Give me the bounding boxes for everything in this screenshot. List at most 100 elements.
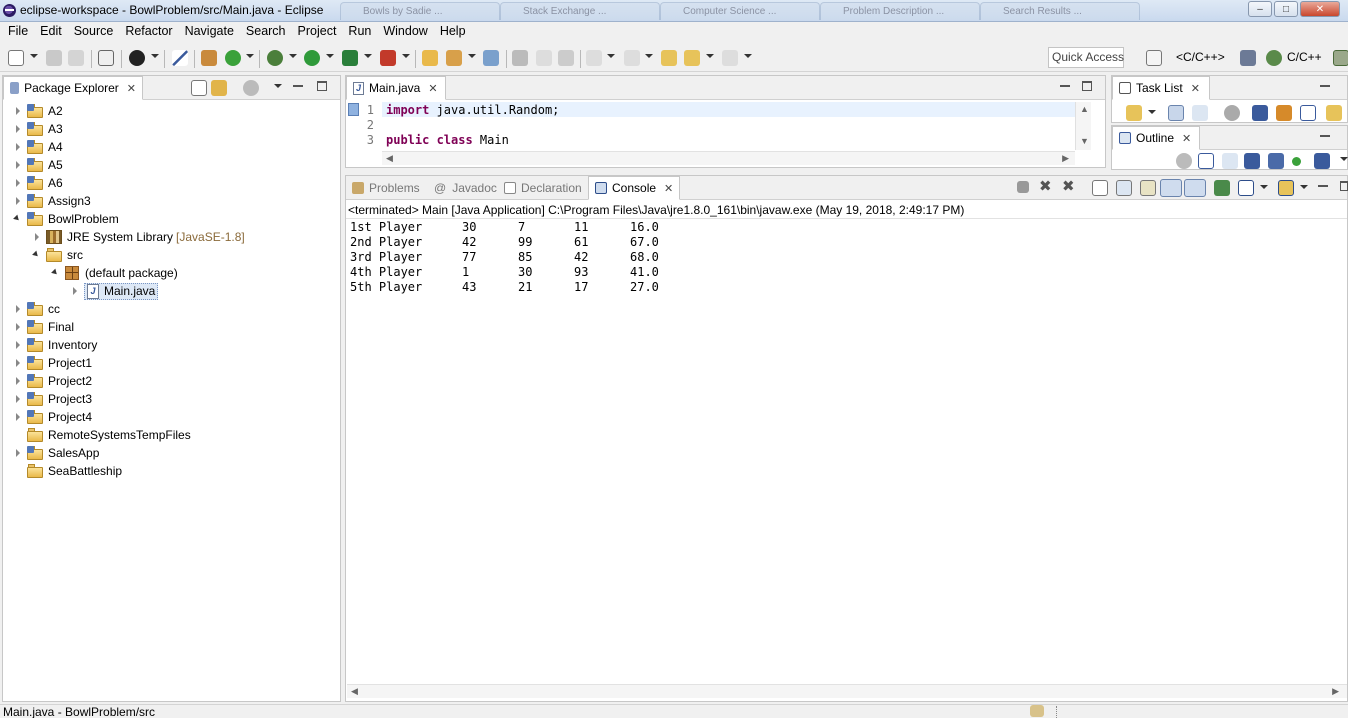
open-type-icon[interactable] xyxy=(422,50,438,66)
maximize-window-button[interactable]: □ xyxy=(1274,1,1298,17)
progress-icon[interactable] xyxy=(1030,705,1044,717)
scroll-lock-icon[interactable] xyxy=(1116,180,1132,196)
debug-perspective-icon[interactable] xyxy=(1333,50,1348,66)
link-icon[interactable] xyxy=(1326,105,1342,121)
tree-item-source-folder[interactable]: src xyxy=(32,246,83,264)
tree-item-project[interactable]: cc xyxy=(13,300,60,318)
previous-annotation-dropdown-icon[interactable] xyxy=(645,54,653,58)
menu-search[interactable]: Search xyxy=(240,22,292,42)
minimize-icon[interactable] xyxy=(1318,181,1328,187)
terminate-icon[interactable] xyxy=(1017,181,1029,193)
tree-item-library[interactable]: JRE System Library [JavaSE-1.8] xyxy=(32,228,245,246)
maximize-icon[interactable] xyxy=(317,81,327,91)
minimize-window-button[interactable]: – xyxy=(1248,1,1272,17)
coverage-icon[interactable] xyxy=(342,50,358,66)
hide-completed-icon[interactable] xyxy=(1252,105,1268,121)
view-menu-icon[interactable] xyxy=(1340,157,1348,161)
tree-item-package[interactable]: (default package) xyxy=(51,264,178,282)
editor-vertical-scrollbar[interactable]: ▲ ▼ xyxy=(1075,102,1091,150)
java-perspective-icon[interactable] xyxy=(1240,50,1256,66)
categorized-icon[interactable] xyxy=(1168,105,1184,121)
tree-item-project[interactable]: Project1 xyxy=(13,354,92,372)
profile-icon[interactable] xyxy=(129,50,145,66)
collapse-icon[interactable] xyxy=(1198,153,1214,169)
forward-dropdown-icon[interactable] xyxy=(744,54,752,58)
tab-problems[interactable]: Problems xyxy=(346,176,426,200)
close-window-button[interactable]: ✕ xyxy=(1300,1,1340,17)
skip-breakpoints-icon[interactable] xyxy=(172,50,188,66)
maximize-icon[interactable] xyxy=(1082,81,1092,91)
search-dropdown-icon[interactable] xyxy=(468,54,476,58)
expand-icon[interactable] xyxy=(13,142,23,152)
debug-dropdown-icon[interactable] xyxy=(289,54,297,58)
close-icon[interactable]: ✕ xyxy=(1182,132,1191,145)
toggle-block-selection-icon[interactable] xyxy=(536,50,552,66)
hide-non-public-icon[interactable] xyxy=(1268,153,1284,169)
tree-item-project[interactable]: A2 xyxy=(13,102,63,120)
hide-static-icon[interactable] xyxy=(1244,153,1260,169)
expand-icon[interactable] xyxy=(13,448,23,458)
menu-project[interactable]: Project xyxy=(292,22,343,42)
expand-icon[interactable] xyxy=(13,412,23,422)
pin-console-icon[interactable] xyxy=(1214,180,1230,196)
tree-item-project[interactable]: Final xyxy=(13,318,74,336)
cpp-perspective-icon[interactable] xyxy=(1266,50,1282,66)
maximize-icon[interactable] xyxy=(1340,181,1348,191)
minimize-icon[interactable] xyxy=(1320,131,1330,137)
close-icon[interactable]: ✕ xyxy=(428,82,437,95)
tree-item-project[interactable]: RemoteSystemsTempFiles xyxy=(13,426,191,444)
expand-icon[interactable] xyxy=(13,178,23,188)
next-annotation-icon[interactable] xyxy=(586,50,602,66)
hide-fields-icon[interactable] xyxy=(1176,153,1192,169)
show-on-stdout-icon[interactable] xyxy=(1160,179,1182,197)
tree-item-project[interactable]: Project4 xyxy=(13,408,92,426)
expand-icon[interactable] xyxy=(13,322,23,332)
tab-main-java[interactable]: J Main.java ✕ xyxy=(346,76,446,100)
last-edit-location-icon[interactable] xyxy=(661,50,677,66)
tab-console[interactable]: Console ✕ xyxy=(588,176,681,200)
word-wrap-icon[interactable] xyxy=(1140,180,1156,196)
tree-item-project[interactable]: Inventory xyxy=(13,336,97,354)
external-tools-dropdown-icon[interactable] xyxy=(402,54,410,58)
menu-edit[interactable]: Edit xyxy=(34,22,68,42)
tree-item-project[interactable]: Project2 xyxy=(13,372,92,390)
minimize-icon[interactable] xyxy=(1060,81,1070,87)
save-all-icon[interactable] xyxy=(68,50,84,66)
close-icon[interactable]: ✕ xyxy=(127,82,136,95)
open-task-icon[interactable] xyxy=(483,50,499,66)
collapse-all-icon[interactable] xyxy=(1300,105,1316,121)
new-package-icon[interactable] xyxy=(201,50,217,66)
view-menu-icon[interactable] xyxy=(274,84,282,88)
back-dropdown-icon[interactable] xyxy=(706,54,714,58)
expand-icon[interactable] xyxy=(13,304,23,314)
tree-item-project[interactable]: SeaBattleship xyxy=(13,462,122,480)
remove-all-terminated-icon[interactable]: ✖ xyxy=(1062,179,1078,195)
new-dropdown-icon[interactable] xyxy=(30,54,38,58)
expand-icon[interactable] xyxy=(13,358,23,368)
minimize-icon[interactable] xyxy=(1320,81,1330,87)
show-whitespace-icon[interactable] xyxy=(558,50,574,66)
next-annotation-dropdown-icon[interactable] xyxy=(607,54,615,58)
expand-icon[interactable] xyxy=(13,160,23,170)
expand-icon[interactable] xyxy=(13,106,23,116)
menu-navigate[interactable]: Navigate xyxy=(179,22,240,42)
expand-icon[interactable] xyxy=(13,124,23,134)
hide-local-types-icon[interactable] xyxy=(1292,157,1301,166)
filter-icon[interactable] xyxy=(243,80,259,96)
link-with-editor-icon[interactable] xyxy=(211,80,227,96)
show-on-stderr-icon[interactable] xyxy=(1184,179,1206,197)
remove-launch-icon[interactable]: ✖ xyxy=(1039,179,1055,195)
tab-package-explorer[interactable]: Package Explorer ✕ xyxy=(3,76,143,100)
expand-icon[interactable] xyxy=(13,394,23,404)
perspective-cpp[interactable]: C/C++ xyxy=(1287,50,1322,64)
tab-outline[interactable]: Outline ✕ xyxy=(1112,126,1200,150)
new-class-icon[interactable] xyxy=(225,50,241,66)
search-icon[interactable] xyxy=(446,50,462,66)
tree-item-project[interactable]: A4 xyxy=(13,138,63,156)
console-horizontal-scrollbar[interactable]: ◀ ▶ xyxy=(347,684,1347,698)
expand-icon[interactable] xyxy=(13,376,23,386)
display-console-icon[interactable] xyxy=(1238,180,1254,196)
display-console-dropdown-icon[interactable] xyxy=(1260,185,1268,189)
tree-item-project[interactable]: A3 xyxy=(13,120,63,138)
forward-icon[interactable] xyxy=(722,50,738,66)
